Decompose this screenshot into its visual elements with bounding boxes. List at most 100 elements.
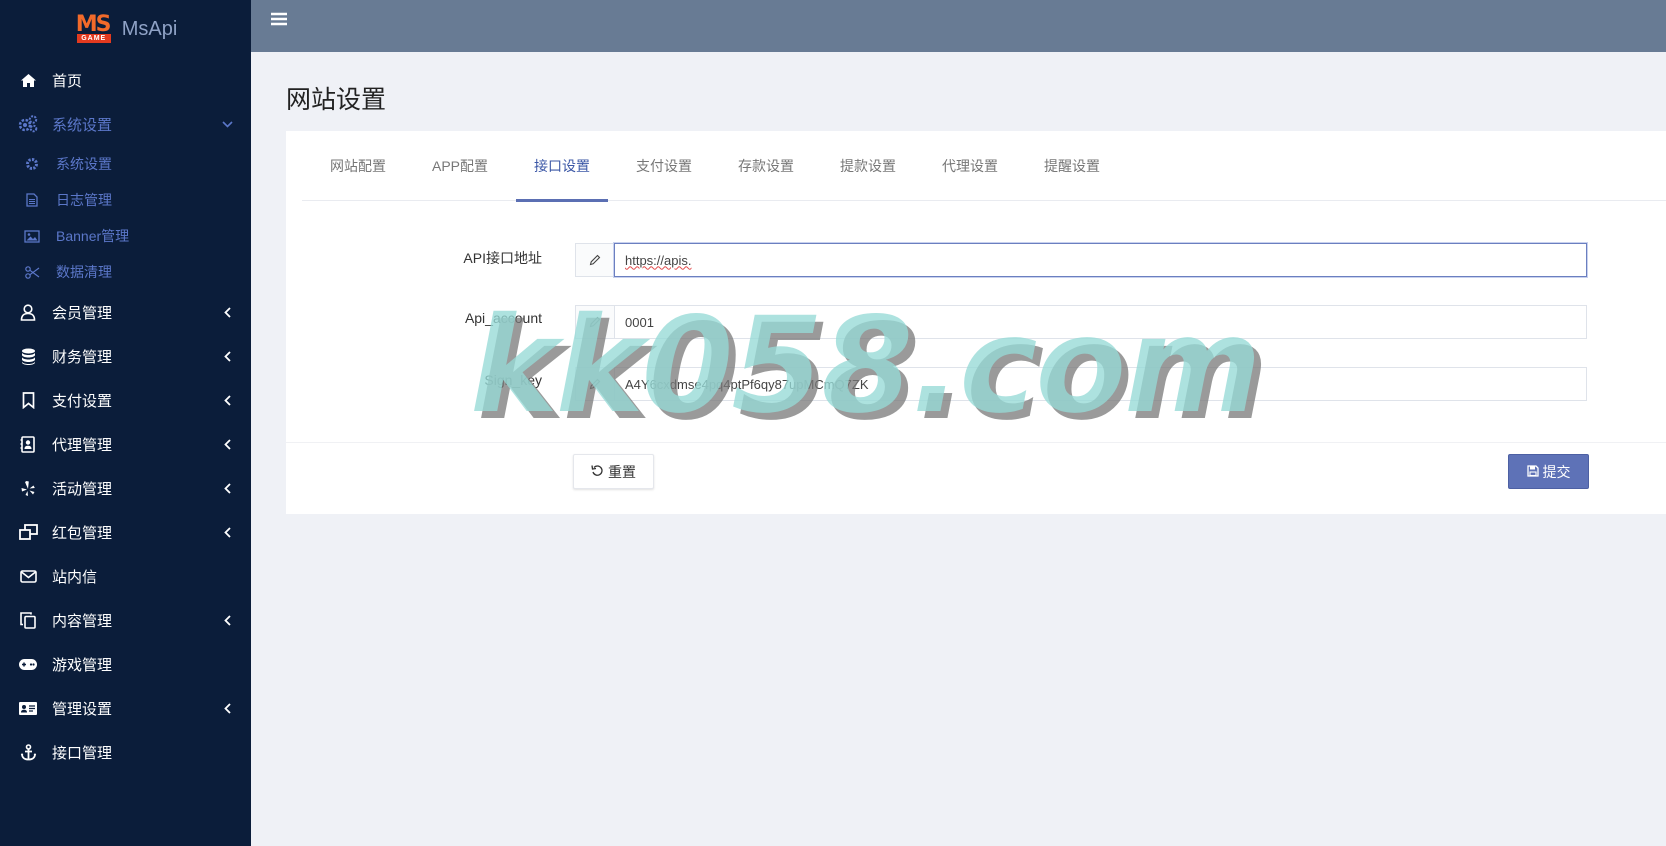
form-row-sign-key: Sign_key A4Y6cxdmse4pq4ptPf6qy87upMCmQ7Z… bbox=[286, 367, 1666, 401]
form-footer: 重置 提交 bbox=[286, 442, 1666, 514]
sidebar-subitem-label: Banner管理 bbox=[56, 228, 130, 244]
undo-icon bbox=[591, 464, 604, 480]
pencil-icon bbox=[575, 305, 614, 339]
sidebar-subitem-data-cleanup[interactable]: 数据清理 bbox=[0, 254, 251, 290]
hamburger-menu-icon[interactable] bbox=[271, 12, 291, 30]
brand[interactable]: MS GAME MsApi bbox=[0, 0, 251, 58]
chevron-left-icon bbox=[221, 350, 233, 362]
sidebar-item-red-packet-management[interactable]: 红包管理 bbox=[0, 510, 251, 554]
sidebar-subitem-label: 系统设置 bbox=[56, 156, 112, 172]
sidebar-subitem-system-settings[interactable]: 系统设置 bbox=[0, 146, 251, 182]
api-account-input[interactable]: 0001 bbox=[614, 305, 1587, 339]
chevron-left-icon bbox=[221, 526, 233, 538]
sidebar-item-home[interactable]: 首页 bbox=[0, 58, 251, 102]
api-account-value: 0001 bbox=[625, 314, 654, 330]
sidebar-item-finance-management[interactable]: 财务管理 bbox=[0, 334, 251, 378]
chevron-left-icon bbox=[221, 702, 233, 714]
sidebar-item-label: 支付设置 bbox=[52, 392, 113, 410]
cogs-icon bbox=[18, 114, 38, 134]
sidebar-subitem-log-management[interactable]: 日志管理 bbox=[0, 182, 251, 218]
sidebar-item-system-settings[interactable]: 系统设置 bbox=[0, 102, 251, 146]
sidebar-item-label: 代理管理 bbox=[52, 436, 113, 454]
sidebar-item-label: 首页 bbox=[52, 72, 83, 90]
sidebar-item-label: 财务管理 bbox=[52, 348, 113, 366]
reset-button[interactable]: 重置 bbox=[573, 454, 654, 489]
tab-site-config[interactable]: 网站配置 bbox=[302, 131, 404, 201]
scissors-icon bbox=[24, 264, 40, 280]
sidebar-subitem-label: 数据清理 bbox=[56, 264, 112, 280]
sidebar: MS GAME MsApi 首页 系统设置 系统设置 日志管理 Banner管理… bbox=[0, 0, 251, 846]
sidebar-item-label: 内容管理 bbox=[52, 612, 113, 630]
form-row-api-account: Api_account 0001 bbox=[286, 305, 1666, 339]
chevron-left-icon bbox=[221, 614, 233, 626]
tab-withdrawal-settings[interactable]: 提款设置 bbox=[822, 131, 914, 201]
home-icon bbox=[18, 70, 38, 90]
address-book-icon bbox=[18, 434, 38, 454]
sidebar-subitem-banner-management[interactable]: Banner管理 bbox=[0, 218, 251, 254]
reset-button-label: 重置 bbox=[608, 463, 636, 480]
tab-app-config[interactable]: APP配置 bbox=[414, 131, 506, 201]
sidebar-item-payment-settings[interactable]: 支付设置 bbox=[0, 378, 251, 422]
api-account-input-group: 0001 bbox=[575, 305, 1587, 339]
yelp-icon bbox=[18, 478, 38, 498]
chevron-left-icon bbox=[221, 306, 233, 318]
sign-key-input-group: A4Y6cxdmse4pq4ptPf6qy87upMCmQ7ZK bbox=[575, 367, 1587, 401]
sidebar-item-agent-management[interactable]: 代理管理 bbox=[0, 422, 251, 466]
image-icon bbox=[24, 228, 40, 244]
gamepad-icon bbox=[18, 654, 38, 674]
pencil-icon bbox=[575, 367, 614, 401]
sidebar-item-content-management[interactable]: 内容管理 bbox=[0, 598, 251, 642]
api-account-label: Api_account bbox=[464, 310, 542, 326]
logo-sub: GAME bbox=[76, 34, 111, 43]
chevron-down-icon bbox=[221, 118, 233, 130]
pencil-icon bbox=[575, 243, 614, 277]
tab-payment-settings[interactable]: 支付设置 bbox=[618, 131, 710, 201]
envelope-icon bbox=[18, 566, 38, 586]
tab-deposit-settings[interactable]: 存款设置 bbox=[720, 131, 812, 201]
chevron-left-icon bbox=[221, 482, 233, 494]
top-bar bbox=[251, 0, 1666, 52]
settings-card: 网站配置 APP配置 接口设置 支付设置 存款设置 提款设置 代理设置 提醒设置… bbox=[286, 131, 1666, 514]
api-url-value: https://apis. bbox=[625, 252, 692, 268]
sidebar-item-label: 会员管理 bbox=[52, 304, 113, 322]
sidebar-item-label: 管理设置 bbox=[52, 700, 113, 718]
anchor-icon bbox=[18, 742, 38, 762]
ms-game-logo: MS GAME bbox=[74, 12, 112, 44]
api-url-input[interactable]: https://apis. bbox=[614, 243, 1587, 277]
tab-agent-settings[interactable]: 代理设置 bbox=[924, 131, 1016, 201]
gear-icon bbox=[24, 156, 40, 172]
sign-key-label: Sign_key bbox=[484, 372, 542, 388]
copy-icon bbox=[18, 610, 38, 630]
sign-key-input[interactable]: A4Y6cxdmse4pq4ptPf6qy87upMCmQ7ZK bbox=[614, 367, 1587, 401]
sidebar-item-label: 系统设置 bbox=[52, 116, 113, 134]
page-title: 网站设置 bbox=[286, 86, 387, 114]
sidebar-item-label: 红包管理 bbox=[52, 524, 113, 542]
submit-button-label: 提交 bbox=[1542, 463, 1571, 480]
database-icon bbox=[18, 346, 38, 366]
form-row-api-url: API接口地址 https://apis. bbox=[286, 243, 1666, 277]
window-restore-icon bbox=[18, 522, 38, 542]
sidebar-item-label: 活动管理 bbox=[52, 480, 113, 498]
sidebar-item-site-messages[interactable]: 站内信 bbox=[0, 554, 251, 598]
tab-interface-settings[interactable]: 接口设置 bbox=[516, 131, 609, 202]
file-text-icon bbox=[24, 192, 40, 208]
sidebar-item-activity-management[interactable]: 活动管理 bbox=[0, 466, 251, 510]
chevron-left-icon bbox=[221, 394, 233, 406]
sidebar-item-game-management[interactable]: 游戏管理 bbox=[0, 642, 251, 686]
brand-name: MsApi bbox=[121, 17, 178, 40]
bookmark-icon bbox=[18, 390, 38, 410]
id-card-icon bbox=[18, 698, 38, 718]
sidebar-item-admin-settings[interactable]: 管理设置 bbox=[0, 686, 251, 730]
sidebar-item-interface-management[interactable]: 接口管理 bbox=[0, 730, 251, 774]
save-icon bbox=[1526, 464, 1539, 480]
sidebar-item-member-management[interactable]: 会员管理 bbox=[0, 290, 251, 334]
user-icon bbox=[18, 302, 38, 322]
sign-key-value: A4Y6cxdmse4pq4ptPf6qy87upMCmQ7ZK bbox=[625, 376, 869, 392]
sidebar-subitem-label: 日志管理 bbox=[56, 192, 112, 208]
tab-reminder-settings[interactable]: 提醒设置 bbox=[1026, 131, 1118, 201]
submit-button[interactable]: 提交 bbox=[1508, 454, 1589, 489]
sidebar-item-label: 接口管理 bbox=[52, 744, 113, 762]
api-url-label: API接口地址 bbox=[463, 250, 542, 266]
sidebar-item-label: 游戏管理 bbox=[52, 656, 113, 674]
settings-tabs: 网站配置 APP配置 接口设置 支付设置 存款设置 提款设置 代理设置 提醒设置 bbox=[302, 131, 1666, 202]
